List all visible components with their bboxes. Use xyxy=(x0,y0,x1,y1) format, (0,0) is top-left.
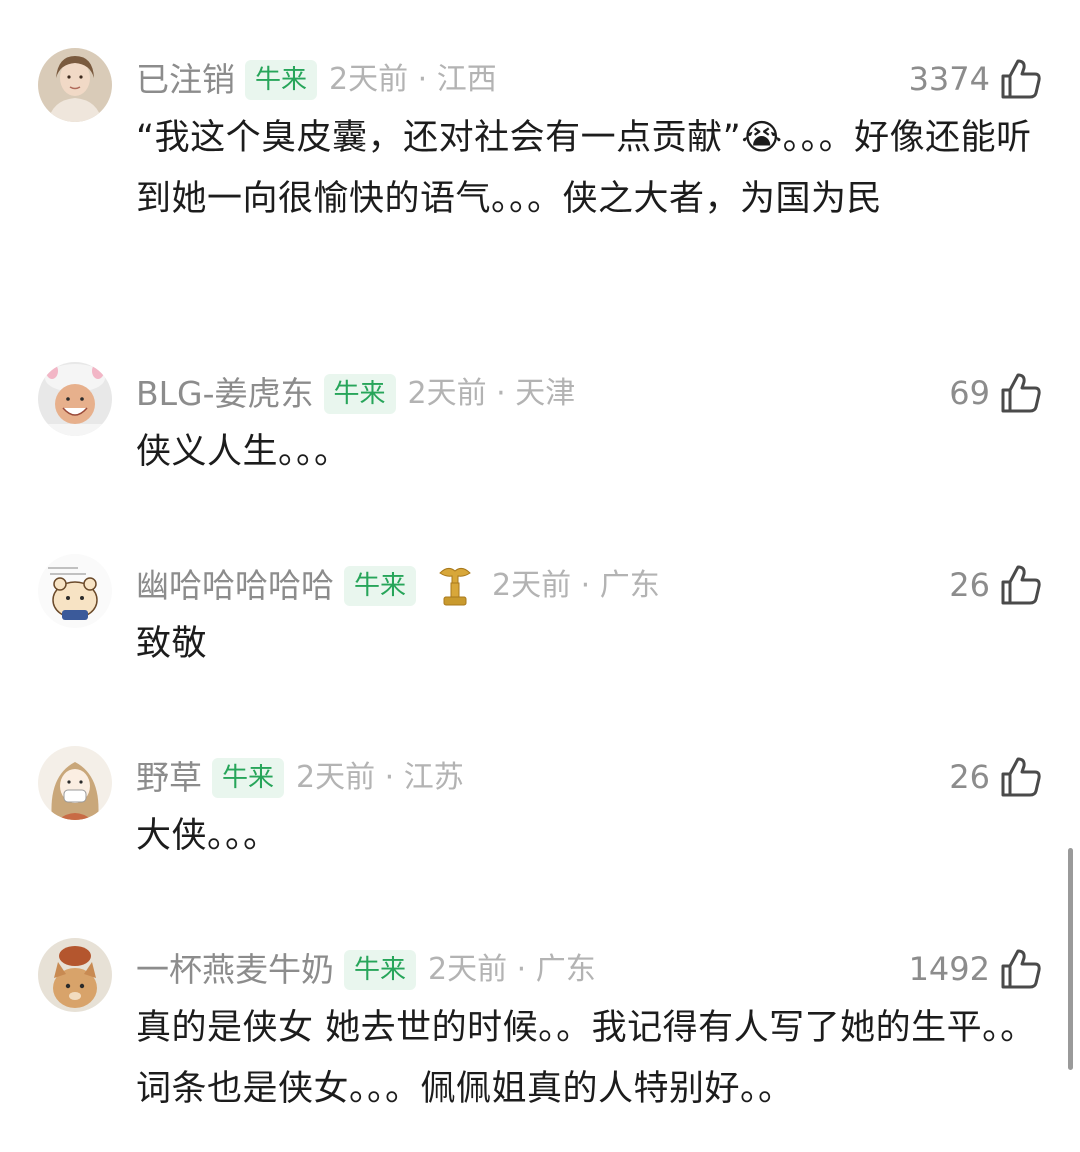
thumbs-up-icon xyxy=(998,370,1044,416)
user-badge: 牛来 xyxy=(344,950,417,990)
user-badge: 牛来 xyxy=(323,374,396,414)
user-badge: 牛来 xyxy=(212,758,285,798)
comment-meta: 野草 牛来 2天前 · 江苏 xyxy=(136,754,464,802)
comment-text: 致敬 xyxy=(136,624,208,664)
scrollbar[interactable] xyxy=(1068,848,1073,1070)
comment-text: 侠义人生。。。 xyxy=(136,432,350,472)
comment-meta: 一杯燕麦牛奶 牛来 2天前 · 广东 xyxy=(136,946,596,994)
comment-meta: BLG-姜虎东 牛来 2天前 · 天津 xyxy=(136,370,575,418)
like-count: 26 xyxy=(949,758,990,796)
like-button[interactable]: 69 xyxy=(949,368,1044,418)
time-location: 2天前 · 天津 xyxy=(407,376,576,411)
comment-meta: 幽哈哈哈哈哈 牛来 2天前 · 广东 xyxy=(136,562,660,610)
comment-meta: 已注销 牛来 2天前 · 江西 xyxy=(136,56,497,104)
comment-text: 真的是侠女 她去世的时候。。我记得有人写了她的生平。。词条也是侠女。。。佩佩姐真… xyxy=(136,1008,1036,1109)
comment-text: “我这个臭皮囊，还对社会有一点贡献”😭。。。好像还能听到她一向很愉快的语气。。。… xyxy=(136,118,1032,219)
user-badge: 牛来 xyxy=(245,60,318,100)
comment-text: 大侠。。。 xyxy=(136,816,279,856)
like-button[interactable]: 3374 xyxy=(909,54,1044,104)
thumbs-up-icon xyxy=(998,946,1044,992)
like-count: 1492 xyxy=(908,950,990,988)
username[interactable]: 野草 xyxy=(136,754,202,802)
thumbs-up-icon xyxy=(998,56,1044,102)
avatar[interactable] xyxy=(38,746,112,820)
time-location: 2天前 · 江苏 xyxy=(296,760,464,795)
avatar[interactable] xyxy=(38,48,112,122)
time-location: 2天前 · 广东 xyxy=(428,952,596,987)
username[interactable]: 一杯燕麦牛奶 xyxy=(136,946,334,994)
avatar[interactable] xyxy=(38,938,112,1012)
like-button[interactable]: 1492 xyxy=(909,944,1044,994)
username[interactable]: 已注销 xyxy=(136,56,235,104)
medal-icon xyxy=(430,561,480,611)
thumbs-up-icon xyxy=(998,754,1044,800)
like-button[interactable]: 26 xyxy=(949,560,1044,610)
username[interactable]: 幽哈哈哈哈哈 xyxy=(136,562,334,610)
like-count: 69 xyxy=(949,374,990,412)
avatar[interactable] xyxy=(38,554,112,628)
username[interactable]: BLG-姜虎东 xyxy=(136,370,314,418)
thumbs-up-icon xyxy=(998,562,1044,608)
like-count: 26 xyxy=(949,566,990,604)
avatar[interactable] xyxy=(38,362,112,436)
time-location: 2天前 · 广东 xyxy=(492,568,660,603)
time-location: 2天前 · 江西 xyxy=(329,62,497,97)
like-button[interactable]: 26 xyxy=(949,752,1044,802)
user-badge: 牛来 xyxy=(344,566,417,606)
like-count: 3374 xyxy=(908,60,990,98)
